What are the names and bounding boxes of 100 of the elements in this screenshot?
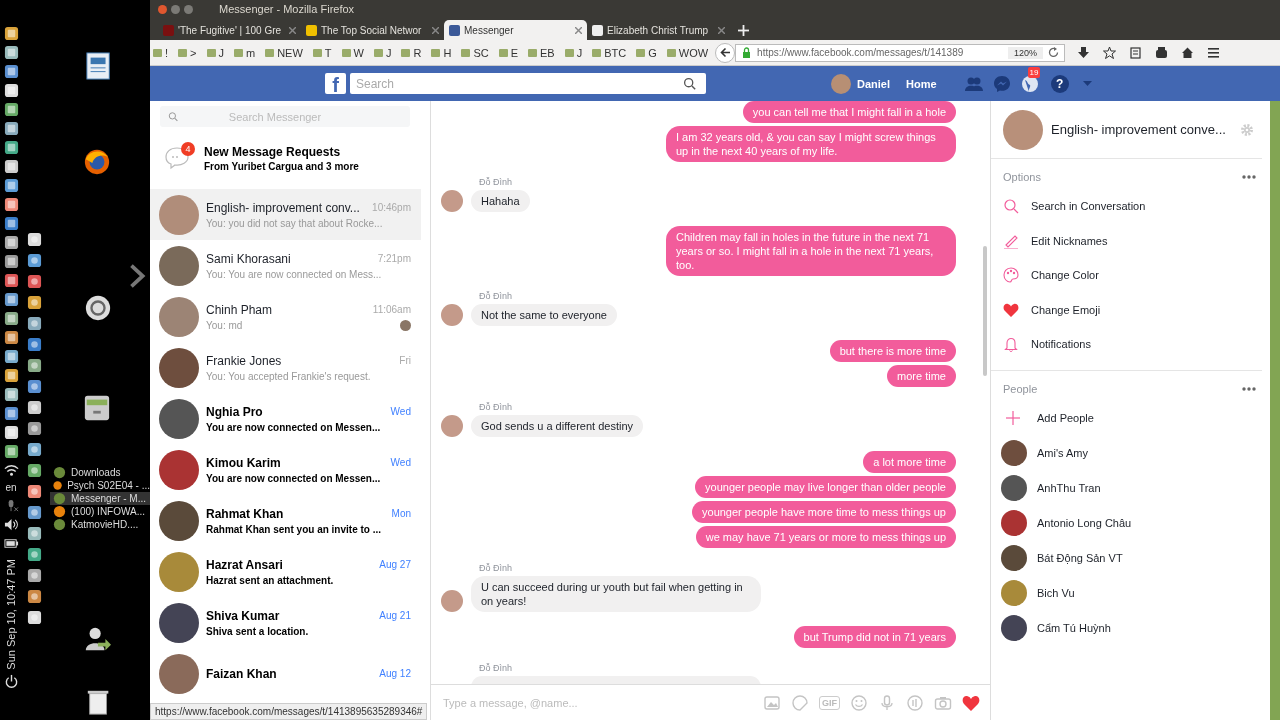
reload-icon[interactable] <box>1047 46 1061 59</box>
bookmark[interactable]: E <box>497 46 519 59</box>
more-icon[interactable] <box>1242 386 1256 391</box>
home-link[interactable]: Home <box>906 77 937 90</box>
address-bar[interactable]: https://www.facebook.com/messages/t/141389 120% <box>735 43 1066 62</box>
sender-name: Đỗ Đình <box>479 176 514 188</box>
browser-icon[interactable] <box>83 148 111 176</box>
bookmark[interactable]: J <box>563 46 584 59</box>
person-name[interactable]: Bát Động Sản VT <box>1037 551 1123 564</box>
close-icon[interactable] <box>575 26 582 34</box>
bookmark[interactable]: m <box>233 46 257 59</box>
bookmark[interactable]: J <box>372 46 393 59</box>
message-preview: You: You are now connected on Mess... <box>206 268 382 280</box>
conversation-title: English- improvement conve... <box>1051 122 1227 137</box>
option-item[interactable]: Edit Nicknames <box>991 223 1270 258</box>
bookmark[interactable]: EB <box>527 46 556 59</box>
window-list-item[interactable]: KatmovieHD.... <box>50 518 150 531</box>
person-name[interactable]: Ami's Amy <box>1037 446 1088 459</box>
scrollbar[interactable] <box>1270 101 1280 720</box>
download-icon[interactable] <box>1077 46 1091 59</box>
bookmark[interactable]: ! <box>152 46 170 59</box>
bookmark[interactable]: SC <box>460 46 490 59</box>
power-icon[interactable] <box>3 673 19 689</box>
message-preview: You: you did not say that about Rocke... <box>206 217 383 229</box>
help-button[interactable]: ? <box>1050 74 1069 93</box>
search-bar[interactable]: Search Messenger <box>160 106 410 127</box>
close-icon[interactable] <box>718 26 725 34</box>
close-button[interactable] <box>158 4 167 14</box>
requests-subtitle: From Yuribet Cargua and 3 more <box>204 160 359 172</box>
person-name[interactable]: Cẩm Tú Huỳnh <box>1037 621 1111 634</box>
bookmark[interactable]: W <box>340 46 365 59</box>
bookmark[interactable]: H <box>430 46 453 59</box>
contact-name: Sami Khorasani <box>206 251 291 266</box>
search-field[interactable]: Search Messenger <box>178 109 410 124</box>
conversation-item[interactable]: Nghia Pro Wed You are now connected on Messen... <box>150 393 421 444</box>
conversation-item[interactable]: English- improvement conv... 10:46pm You: you did not say that about Rocke... <box>150 189 421 240</box>
bookmark[interactable]: G <box>635 46 658 59</box>
plus-icon[interactable] <box>738 25 749 36</box>
browser-tab[interactable]: Messenger <box>444 20 587 40</box>
clipboard-icon[interactable] <box>1129 46 1143 59</box>
clock[interactable]: Sun Sep 10, 10:47 PM <box>5 559 17 670</box>
avatar-placeholder <box>441 304 463 326</box>
conversation-item[interactable]: Faizan Khan Aug 12 <box>150 648 421 699</box>
profile-link[interactable]: Daniel <box>831 73 890 94</box>
browser-tab[interactable]: Elizabeth Christ Trump <box>587 20 730 40</box>
person-name[interactable]: AnhThu Tran <box>1037 481 1101 494</box>
logo[interactable]: f <box>325 73 346 94</box>
conversation-item[interactable]: Kimou Karim Wed You are now connected on Messen... <box>150 444 421 495</box>
browser-tab[interactable]: The Top Social Networ <box>301 20 444 40</box>
bookmark[interactable]: > <box>177 46 198 59</box>
conversation-item[interactable]: Shiva Kumar Aug 21 Shiva sent a location. <box>150 597 421 648</box>
option-item[interactable]: Change Emoji <box>991 292 1270 327</box>
option-item[interactable]: Change Color <box>991 258 1270 293</box>
document-icon[interactable] <box>85 52 113 80</box>
heart-icon[interactable] <box>962 693 980 712</box>
minimize-button[interactable] <box>171 4 180 14</box>
wifi-icon[interactable] <box>3 463 19 478</box>
drawer-icon[interactable] <box>83 394 111 422</box>
bookmark[interactable]: J <box>205 46 225 59</box>
close-icon[interactable] <box>432 26 439 34</box>
bookmark[interactable]: R <box>400 46 423 59</box>
search-icon[interactable] <box>683 77 696 90</box>
search-field[interactable]: Search <box>350 76 673 91</box>
speaker-icon[interactable] <box>3 517 19 532</box>
search-bar[interactable]: Search <box>350 73 706 94</box>
bookmark[interactable]: T <box>311 46 333 59</box>
person-name[interactable]: Bich Vu <box>1037 586 1075 599</box>
circle-logo-icon[interactable] <box>84 294 112 322</box>
avatar-placeholder <box>159 449 199 490</box>
home-icon[interactable] <box>1181 46 1195 59</box>
option-item[interactable]: Search in Conversation <box>991 189 1270 224</box>
avatar-placeholder <box>159 398 199 439</box>
message-requests-link[interactable]: New Message Requests <box>204 144 359 159</box>
window-list-item[interactable]: Downloads <box>50 466 150 479</box>
bookmark[interactable]: BTC <box>591 46 628 59</box>
bookmark[interactable]: NEW <box>264 46 304 59</box>
window-list-item[interactable]: Psych S02E04 - ... <box>50 479 150 492</box>
conversation-item[interactable]: Frankie Jones Fri You: You accepted Frankie's request. <box>150 342 421 393</box>
battery-icon[interactable] <box>3 536 19 551</box>
star-icon[interactable] <box>1103 46 1117 59</box>
contact-name: Chinh Pham <box>206 302 273 317</box>
conversation-item[interactable]: Rahmat Khan Mon Rahmat Khan sent you an invite to ... <box>150 495 421 546</box>
keyboard-layout-indicator[interactable]: en <box>5 482 17 494</box>
back-button[interactable] <box>715 42 736 63</box>
person-name[interactable]: Antonio Long Châu <box>1037 516 1132 529</box>
conversation-item[interactable]: Sami Khorasani 7:21pm You: You are now connected on Mess... <box>150 240 421 291</box>
menu-icon[interactable] <box>1207 46 1221 59</box>
add-people-button[interactable]: Add People <box>991 400 1270 435</box>
more-icon[interactable] <box>1242 175 1256 179</box>
conversation-item[interactable]: Chinh Pham 11:06am You: md <box>150 291 421 342</box>
scrollbar[interactable] <box>983 246 987 376</box>
window-list-item[interactable]: Messenger - M... <box>50 492 150 505</box>
bookmark[interactable]: WOW <box>665 46 710 59</box>
zoom-level[interactable]: 120% <box>1008 46 1044 59</box>
browser-tab[interactable]: 'The Fugitive' | 100 Gre <box>158 20 301 40</box>
maximize-button[interactable] <box>184 4 193 14</box>
close-icon[interactable] <box>289 26 296 34</box>
option-item[interactable]: Notifications <box>991 327 1270 362</box>
conversation-item[interactable]: Hazrat Ansari Aug 27 Hazrat sent an attachment. <box>150 546 421 597</box>
window-list-item[interactable]: (100) INFOWA... <box>50 505 150 518</box>
